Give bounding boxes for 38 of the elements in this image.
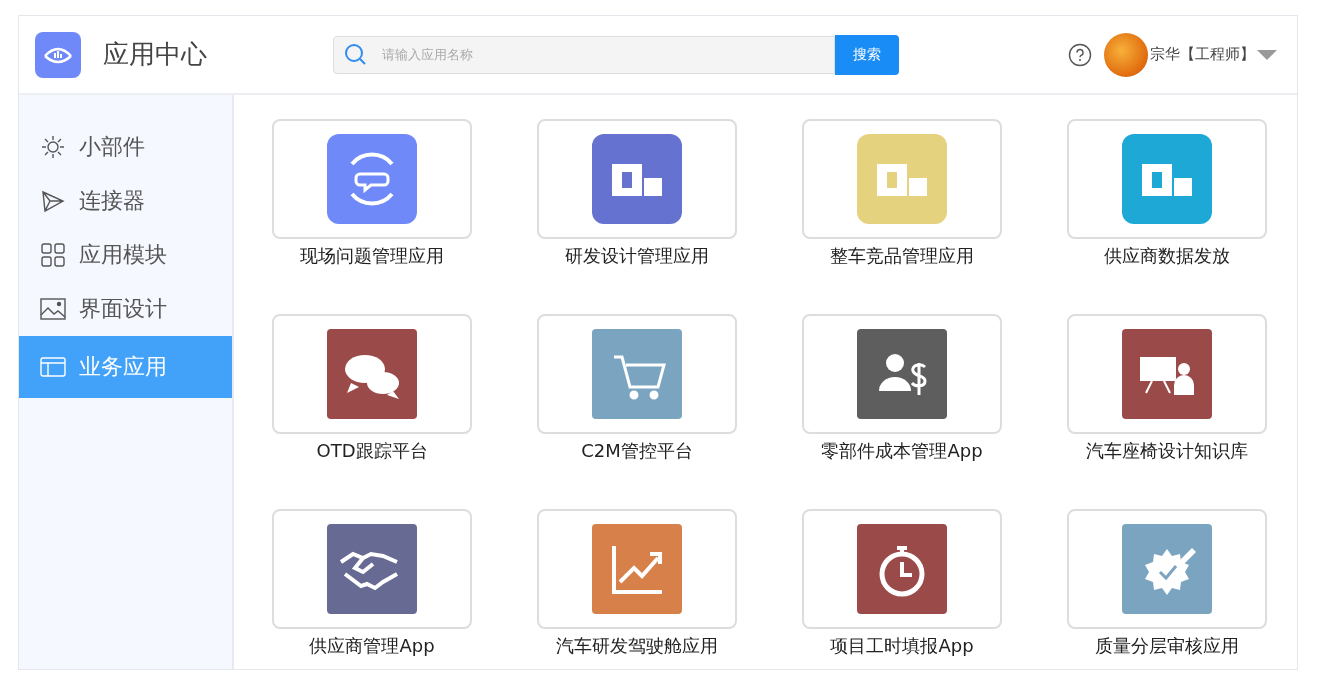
app-card[interactable] [802,509,1002,629]
app-card[interactable] [537,509,737,629]
app-card[interactable] [272,119,472,239]
app-card[interactable] [1067,509,1267,629]
app-name: 零部件成本管理App [821,439,983,463]
app-card[interactable] [537,119,737,239]
app-card[interactable] [272,509,472,629]
sidebar-item[interactable]: 小部件 [19,120,232,174]
app-name: 汽车研发驾驶舱应用 [556,634,718,658]
app-name: 现场问题管理应用 [300,244,444,268]
search-field[interactable]: 请输入应用名称 [333,35,835,74]
app-card[interactable] [537,314,737,434]
app-name: 整车竞品管理应用 [830,244,974,268]
app-card[interactable] [272,314,472,434]
app-name: C2M管控平台 [581,439,693,463]
help-icon[interactable] [1068,42,1092,67]
app-name: 汽车座椅设计知识库 [1086,439,1248,463]
app-name: 供应商管理App [309,634,435,658]
sidebar-item[interactable]: 界面设计 [19,282,232,336]
app-logo-icon [35,31,81,78]
app-name: 研发设计管理应用 [565,244,709,268]
app-name: OTD跟踪平台 [316,439,428,463]
app-name: 项目工时填报App [830,634,974,658]
app-title: 应用中心 [103,38,208,71]
grid-icon [40,242,66,268]
app-name: 供应商数据发放 [1104,244,1230,268]
search-icon [344,42,368,67]
user-name[interactable]: 宗华【工程师】 [1150,45,1255,64]
app-card[interactable] [1067,314,1267,434]
image-icon [40,296,66,322]
sidebar-item[interactable]: 应用模块 [19,228,232,282]
window-icon [40,354,66,380]
caret-icon[interactable] [1257,49,1277,60]
app-card[interactable] [1067,119,1267,239]
app-name: 质量分层审核应用 [1095,634,1239,658]
avatar-photo-placeholder[interactable] [1104,32,1148,77]
sidebar-item[interactable]: 连接器 [19,174,232,228]
app-card[interactable] [802,314,1002,434]
